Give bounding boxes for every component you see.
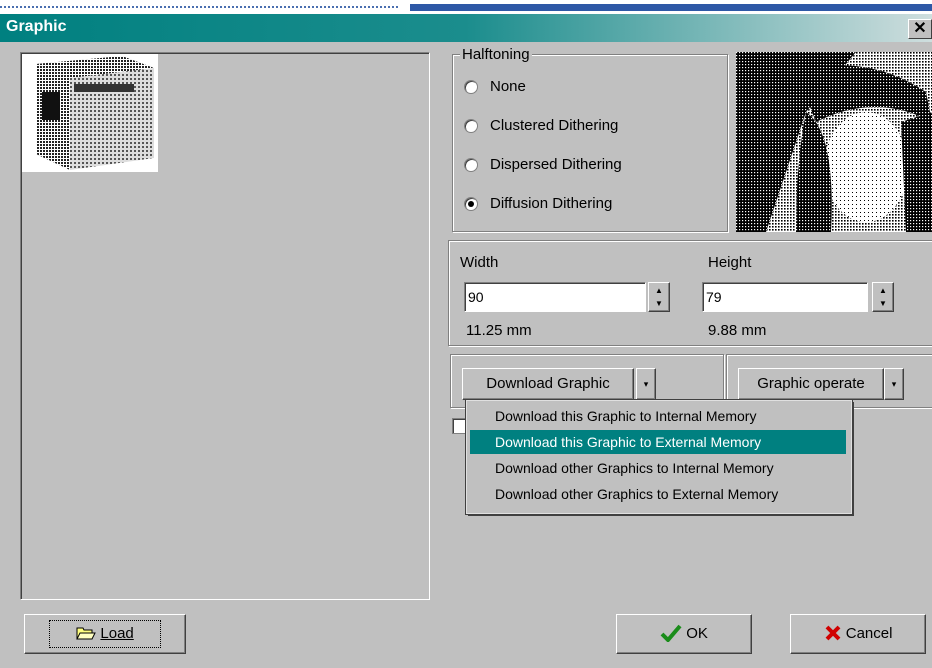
radio-diffusion-dithering[interactable]: [464, 197, 478, 211]
cancel-button[interactable]: Cancel: [790, 614, 926, 654]
menu-item-other-external[interactable]: Download other Graphics to External Memo…: [470, 482, 846, 506]
radio-none[interactable]: [464, 80, 478, 94]
radio-none-label[interactable]: None: [490, 78, 526, 95]
red-x-icon: [825, 625, 840, 641]
menu-item-this-external[interactable]: Download this Graphic to External Memory: [470, 430, 846, 454]
width-input[interactable]: 90: [464, 282, 646, 312]
menu-item-this-internal[interactable]: Download this Graphic to Internal Memory: [470, 404, 846, 428]
cancel-label: Cancel: [845, 625, 893, 642]
spin-down-icon[interactable]: ▼: [649, 297, 669, 310]
ok-button[interactable]: OK: [616, 614, 752, 654]
printer-thumbnail-image: [22, 54, 158, 172]
download-graphic-button[interactable]: Download Graphic: [462, 368, 634, 400]
spin-up-icon[interactable]: ▲: [649, 284, 669, 297]
spin-down-icon[interactable]: ▼: [873, 297, 893, 310]
top-blue-bar: [410, 4, 932, 11]
radio-dispersed-label[interactable]: Dispersed Dithering: [490, 156, 622, 173]
spin-up-icon[interactable]: ▲: [873, 284, 893, 297]
menu-item-other-internal[interactable]: Download other Graphics to Internal Memo…: [470, 456, 846, 480]
load-label: Load: [100, 625, 134, 642]
close-button[interactable]: ✕: [908, 19, 932, 39]
window-title: Graphic: [6, 18, 67, 35]
ok-label: OK: [686, 625, 708, 642]
download-dropdown-menu: Download this Graphic to Internal Memory…: [465, 399, 853, 515]
height-label: Height: [708, 254, 752, 271]
close-icon: ✕: [913, 20, 927, 37]
load-button[interactable]: Load: [24, 614, 186, 654]
radio-dispersed-dithering[interactable]: [464, 158, 478, 172]
width-mm-text: 11.25 mm: [466, 322, 532, 339]
radio-diffusion-label[interactable]: Diffusion Dithering: [490, 195, 612, 212]
radio-clustered-label[interactable]: Clustered Dithering: [490, 117, 618, 134]
width-label: Width: [460, 254, 499, 271]
radio-clustered-dithering[interactable]: [464, 119, 478, 133]
height-input[interactable]: 79: [702, 282, 868, 312]
chevron-down-icon: ▾: [891, 379, 897, 389]
folder-open-icon: [76, 627, 97, 640]
width-spinner[interactable]: ▲ ▼: [648, 282, 670, 312]
graphic-operate-button[interactable]: Graphic operate: [738, 368, 884, 400]
checkbox[interactable]: [452, 418, 466, 434]
halftoning-label: Halftoning: [460, 46, 532, 63]
height-mm-text: 9.88 mm: [708, 322, 767, 339]
checkmark-icon: [660, 624, 682, 643]
halftone-sample-image: [736, 52, 932, 232]
top-dotted-line: [0, 6, 400, 8]
height-spinner[interactable]: ▲ ▼: [872, 282, 894, 312]
title-bar: Graphic ✕: [0, 14, 932, 42]
operate-dropdown-arrow[interactable]: ▾: [884, 368, 904, 400]
chevron-down-icon: ▾: [643, 379, 649, 389]
download-dropdown-arrow[interactable]: ▾: [636, 368, 656, 400]
